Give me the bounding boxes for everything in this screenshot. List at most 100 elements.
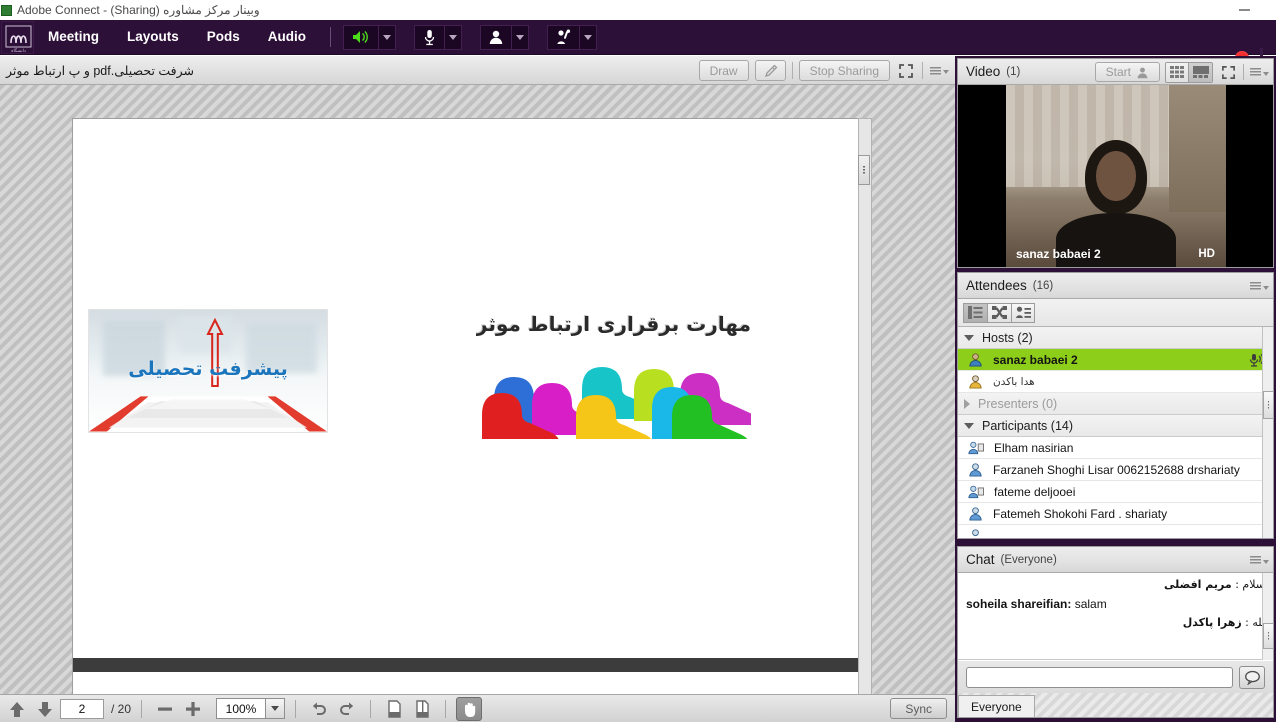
pointer-button[interactable]: [755, 60, 786, 81]
chat-message-list[interactable]: سلام : مریم افضلی soheila shareifian: sa…: [958, 573, 1273, 660]
chevron-down-icon: [1263, 560, 1269, 564]
document-scroll-thumb[interactable]: [858, 155, 870, 185]
attendee-row-partial[interactable]: [958, 525, 1273, 538]
window-title: وبینار مرکز مشاوره (Sharing) - Adobe Con…: [17, 3, 260, 17]
page-up-button[interactable]: [4, 697, 30, 721]
camera-icon: [488, 29, 504, 45]
fit-width-button[interactable]: [409, 697, 435, 721]
pan-tool-button[interactable]: [456, 697, 482, 721]
host-icon: [968, 374, 983, 389]
share-fullscreen-button[interactable]: [896, 61, 916, 81]
sync-button[interactable]: Sync: [890, 698, 947, 719]
video-pod-title: Video: [958, 64, 1000, 79]
attendees-scrollbar[interactable]: [1262, 327, 1273, 538]
microphone-dropdown[interactable]: [444, 25, 462, 50]
zoom-in-button[interactable]: [180, 697, 206, 721]
stop-sharing-button[interactable]: Stop Sharing: [799, 60, 890, 81]
attendee-row-fateme-deljooei[interactable]: fateme deljooei: [958, 481, 1273, 503]
participant-icon: [968, 528, 983, 538]
breakout-icon: [992, 306, 1007, 319]
speaker-dropdown[interactable]: [378, 25, 396, 50]
chat-input-row: [958, 661, 1273, 693]
participant-icon: [968, 506, 983, 521]
status-view-button[interactable]: [1011, 303, 1035, 323]
control-divider-2: [295, 700, 296, 718]
grid-view-button[interactable]: [1166, 63, 1188, 82]
minimize-button[interactable]: [1239, 9, 1250, 11]
chat-message: سلام : مریم افضلی: [966, 579, 1265, 592]
chat-scroll-thumb[interactable]: [1263, 623, 1274, 649]
attendees-group-presenters[interactable]: Presenters (0): [958, 393, 1273, 415]
fit-page-button[interactable]: [381, 697, 407, 721]
document-page[interactable]: پیشرفت تحصیلی مهارت برقراری ارتباط موثر: [72, 118, 859, 694]
undo-button[interactable]: [306, 697, 332, 721]
chat-input[interactable]: [966, 667, 1233, 688]
chat-scrollbar[interactable]: [1262, 573, 1273, 660]
document-footer-strip: [73, 658, 858, 672]
attendees-pod-options-button[interactable]: [1249, 276, 1269, 296]
document-vertical-scrollbar[interactable]: [858, 118, 872, 694]
redo-icon: [338, 700, 356, 718]
chat-send-button[interactable]: [1239, 666, 1265, 689]
raise-hand-button[interactable]: [547, 25, 579, 50]
redo-button[interactable]: [334, 697, 360, 721]
chevron-down-icon: [943, 70, 949, 74]
menubar-divider: [330, 27, 331, 47]
attendees-group-hosts[interactable]: Hosts (2): [958, 327, 1273, 349]
filmstrip-view-icon: [1193, 66, 1209, 78]
attendee-row-host-2[interactable]: هدا باکدن: [958, 371, 1273, 393]
video-pod-options-button[interactable]: [1249, 62, 1269, 82]
breakout-view-button[interactable]: [987, 303, 1011, 323]
camera-button[interactable]: [480, 25, 511, 50]
zoom-out-button[interactable]: [152, 697, 178, 721]
chevron-down-icon: [1263, 286, 1269, 290]
menu-audio[interactable]: Audio: [254, 20, 320, 54]
page-number-input[interactable]: [60, 699, 104, 719]
chevron-down-icon: [449, 35, 457, 40]
menu-pods[interactable]: Pods: [193, 20, 254, 54]
attendees-list[interactable]: Hosts (2) sanaz babaei 2: [958, 327, 1273, 538]
chat-tab-everyone[interactable]: Everyone: [958, 695, 1035, 717]
attendee-row-fatemeh-shokohi-fard[interactable]: Fatemeh Shokohi Fard . shariaty: [958, 503, 1273, 525]
chevron-down-icon: [1263, 72, 1269, 76]
control-divider-3: [370, 700, 371, 718]
menu-meeting[interactable]: Meeting: [34, 20, 113, 54]
draw-button[interactable]: Draw: [699, 60, 749, 81]
chevron-down-icon: [383, 35, 391, 40]
zoom-level-value: 100%: [217, 702, 265, 716]
video-fullscreen-button[interactable]: [1218, 62, 1238, 82]
page-down-button[interactable]: [32, 697, 58, 721]
zoom-level-dropdown[interactable]: [265, 699, 284, 718]
main-menubar: دانشگاه Meeting Layouts Pods Audio: [0, 20, 1276, 55]
chat-pod: Chat (Everyone) سلام : مریم افضلی soheil…: [957, 546, 1274, 718]
group-label-hosts: Hosts (2): [982, 331, 1033, 345]
chevron-down-icon: [516, 35, 524, 40]
fit-page-icon: [386, 700, 403, 718]
zoom-level-select[interactable]: 100%: [216, 698, 285, 719]
chevron-down-icon: [964, 423, 974, 429]
group-label-participants: Participants (14): [982, 419, 1073, 433]
microphone-button[interactable]: [414, 25, 444, 50]
attendees-group-participants[interactable]: Participants (14): [958, 415, 1273, 437]
attendee-row-elham-nasirian[interactable]: Elham nasirian: [958, 437, 1273, 459]
raise-hand-dropdown[interactable]: [579, 25, 597, 50]
control-divider-4: [445, 700, 446, 718]
speaker-button[interactable]: [343, 25, 378, 50]
video-start-button[interactable]: Start: [1095, 62, 1160, 82]
chat-pod-options-button[interactable]: [1249, 550, 1269, 570]
filmstrip-view-button[interactable]: [1188, 63, 1212, 82]
chat-scope-label: (Everyone): [1001, 554, 1057, 566]
menu-layouts[interactable]: Layouts: [113, 20, 193, 54]
camera-dropdown[interactable]: [511, 25, 529, 50]
attendees-pod: Attendees (16): [957, 272, 1274, 539]
attendee-row-farzaneh-shoghi-lisar[interactable]: Farzaneh Shoghi Lisar 0062152688 drshari…: [958, 459, 1273, 481]
share-pod-options-button[interactable]: [929, 61, 949, 81]
svg-text:دانشگاه: دانشگاه: [11, 47, 26, 54]
attendee-row-sanaz-babaei-2[interactable]: sanaz babaei 2: [958, 349, 1273, 371]
slide-left-caption: پیشرفت تحصیلی: [89, 358, 327, 380]
list-view-button[interactable]: [963, 303, 987, 323]
chat-message-text: salam: [1075, 597, 1107, 611]
video-stage[interactable]: sanaz babaei 2 HD: [958, 85, 1273, 267]
attendees-scroll-thumb[interactable]: [1263, 391, 1274, 419]
video-start-label: Start: [1106, 65, 1131, 79]
